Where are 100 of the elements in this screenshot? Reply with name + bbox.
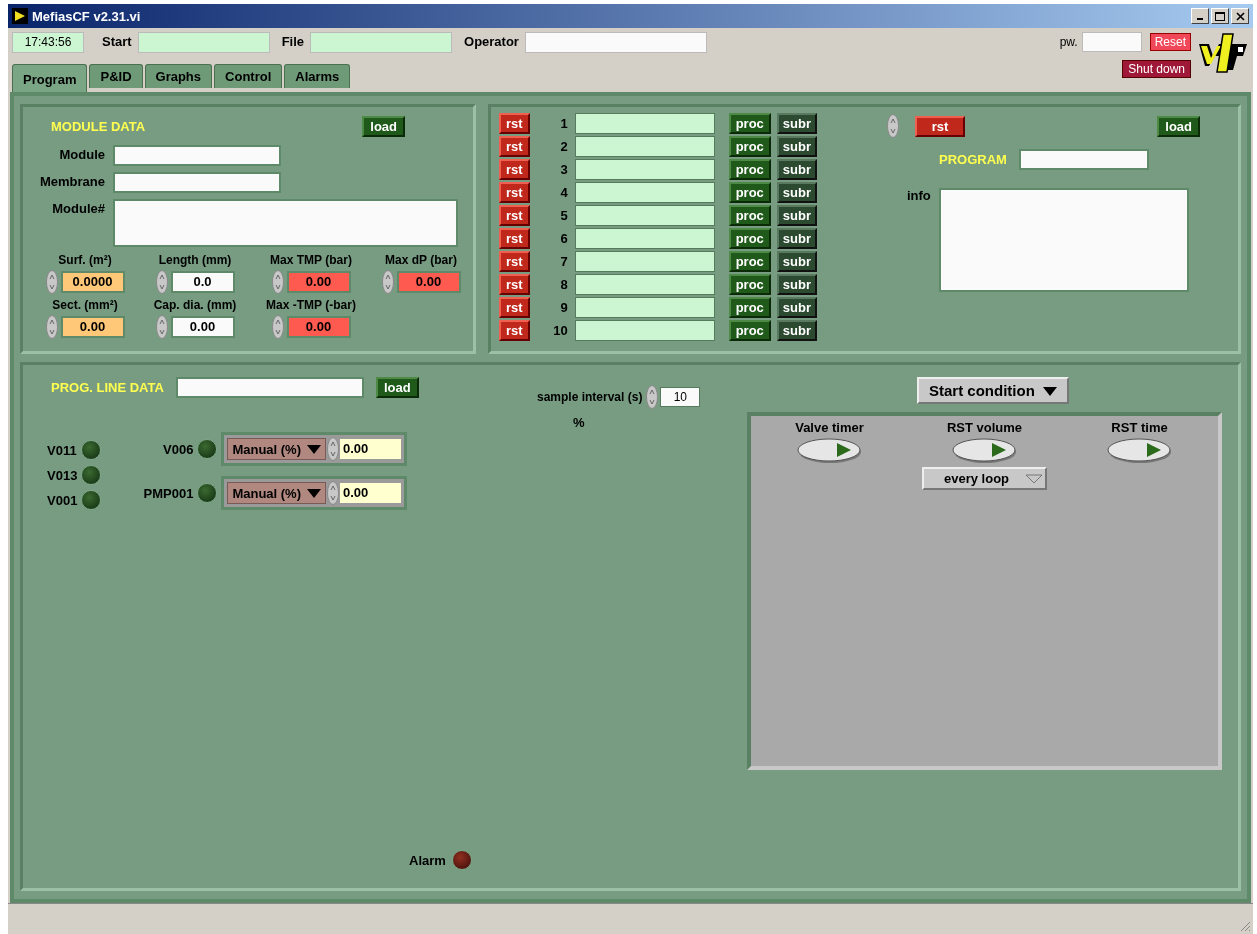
tab[interactable]: Alarms (284, 64, 351, 88)
loop-mode-dropdown[interactable]: every loop (922, 467, 1047, 490)
program-field[interactable] (1018, 149, 1149, 170)
subr-button[interactable]: subr (776, 159, 817, 180)
numeric-field[interactable]: 0.00 (340, 439, 401, 459)
info-label: info (906, 188, 931, 203)
proc-button[interactable]: proc (728, 205, 771, 226)
reset-button[interactable]: rst (499, 274, 530, 295)
spinner-icon[interactable] (45, 315, 58, 339)
close-button[interactable] (1231, 8, 1249, 24)
proc-button[interactable]: proc (728, 274, 771, 295)
start-condition-dropdown[interactable]: Start condition (917, 377, 1069, 404)
numeric-field[interactable]: 0.00 (340, 483, 401, 503)
subr-button[interactable]: subr (776, 228, 817, 249)
line-field[interactable] (574, 274, 715, 295)
app-icon (12, 8, 28, 24)
line-field[interactable] (574, 297, 715, 318)
info-field[interactable] (938, 188, 1189, 292)
proc-button[interactable]: proc (728, 251, 771, 272)
reset-button[interactable]: rst (499, 320, 530, 341)
output-label: PMP001 (142, 485, 194, 501)
reset-button[interactable]: rst (499, 159, 530, 180)
subr-button[interactable]: subr (776, 251, 817, 272)
load-button[interactable]: load (362, 115, 405, 137)
spinner-icon[interactable] (327, 437, 339, 461)
tab[interactable]: Graphs (144, 64, 213, 88)
text-field[interactable] (113, 172, 281, 193)
text-field[interactable] (310, 32, 453, 53)
reset-button[interactable]: rst (499, 205, 530, 226)
line-field[interactable] (574, 159, 715, 180)
reset-button[interactable]: Reset (1149, 33, 1191, 51)
spinner-icon[interactable] (886, 113, 899, 139)
line-field[interactable] (574, 251, 715, 272)
numeric-field[interactable]: 0.00 (170, 316, 235, 338)
section-title: MODULE DATA (51, 118, 146, 134)
tab[interactable]: P&ID (89, 64, 143, 88)
reset-button[interactable]: rst (499, 113, 530, 134)
toggle-switch[interactable] (951, 437, 1018, 465)
text-field[interactable] (137, 32, 270, 53)
proc-button[interactable]: proc (728, 320, 771, 341)
resize-grip-icon[interactable] (1239, 920, 1251, 932)
load-button[interactable]: load (375, 377, 419, 398)
proc-button[interactable]: proc (728, 228, 771, 249)
proc-button[interactable]: proc (728, 182, 771, 203)
subr-button[interactable]: subr (776, 297, 817, 318)
numeric-field[interactable]: 10 (660, 387, 701, 407)
subr-button[interactable]: subr (776, 320, 817, 341)
spinner-icon[interactable] (271, 315, 284, 339)
spinner-icon[interactable] (155, 270, 168, 294)
proc-button[interactable]: proc (728, 297, 771, 318)
shutdown-button[interactable]: Shut down (1122, 60, 1191, 78)
numeric-field[interactable]: 0.00 (286, 271, 351, 293)
spinner-icon[interactable] (45, 270, 58, 294)
line-field[interactable] (574, 182, 715, 203)
minimize-button[interactable] (1191, 8, 1209, 24)
spinner-icon[interactable] (327, 481, 339, 505)
reset-button[interactable]: rst (499, 228, 530, 249)
numeric-field[interactable]: 0.00 (286, 316, 351, 338)
numeric-field[interactable]: 0.0000 (60, 271, 125, 293)
numeric-field[interactable]: 0.0 (170, 271, 235, 293)
mode-dropdown[interactable]: Manual (%) (227, 438, 326, 460)
line-field[interactable] (574, 205, 715, 226)
tab[interactable]: Program (12, 64, 88, 92)
spinner-icon[interactable] (271, 270, 284, 294)
numeric-field[interactable]: 0.00 (60, 316, 125, 338)
text-field[interactable] (113, 199, 458, 247)
reset-button[interactable]: rst (499, 251, 530, 272)
numeric-field[interactable]: 0.00 (396, 271, 461, 293)
toggle-switch[interactable] (1106, 437, 1173, 465)
reset-button[interactable]: rst (914, 115, 965, 137)
text-field[interactable] (175, 377, 364, 398)
subr-button[interactable]: subr (776, 113, 817, 134)
subr-button[interactable]: subr (776, 274, 817, 295)
maximize-button[interactable] (1211, 8, 1229, 24)
tab[interactable]: Control (214, 64, 283, 88)
reset-button[interactable]: rst (499, 136, 530, 157)
proc-button[interactable]: proc (728, 136, 771, 157)
text-field[interactable] (113, 145, 281, 166)
mode-dropdown[interactable]: Manual (%) (227, 482, 326, 504)
reset-button[interactable]: rst (499, 297, 530, 318)
spinner-icon[interactable] (646, 385, 659, 409)
line-field[interactable] (574, 228, 715, 249)
proc-button[interactable]: proc (728, 113, 771, 134)
field-label: Membrane (38, 173, 105, 189)
alarm-label: Alarm (409, 852, 446, 868)
text-field[interactable] (524, 32, 707, 53)
subr-button[interactable]: subr (776, 205, 817, 226)
password-field[interactable] (1081, 32, 1142, 52)
numeric-label: Max -TMP (-bar) (266, 298, 356, 312)
line-field[interactable] (574, 113, 715, 134)
subr-button[interactable]: subr (776, 182, 817, 203)
spinner-icon[interactable] (155, 315, 168, 339)
load-button[interactable]: load (1157, 115, 1200, 137)
toggle-switch[interactable] (796, 437, 863, 465)
line-field[interactable] (574, 136, 715, 157)
proc-button[interactable]: proc (728, 159, 771, 180)
subr-button[interactable]: subr (776, 136, 817, 157)
line-field[interactable] (574, 320, 715, 341)
reset-button[interactable]: rst (499, 182, 530, 203)
spinner-icon[interactable] (381, 270, 394, 294)
